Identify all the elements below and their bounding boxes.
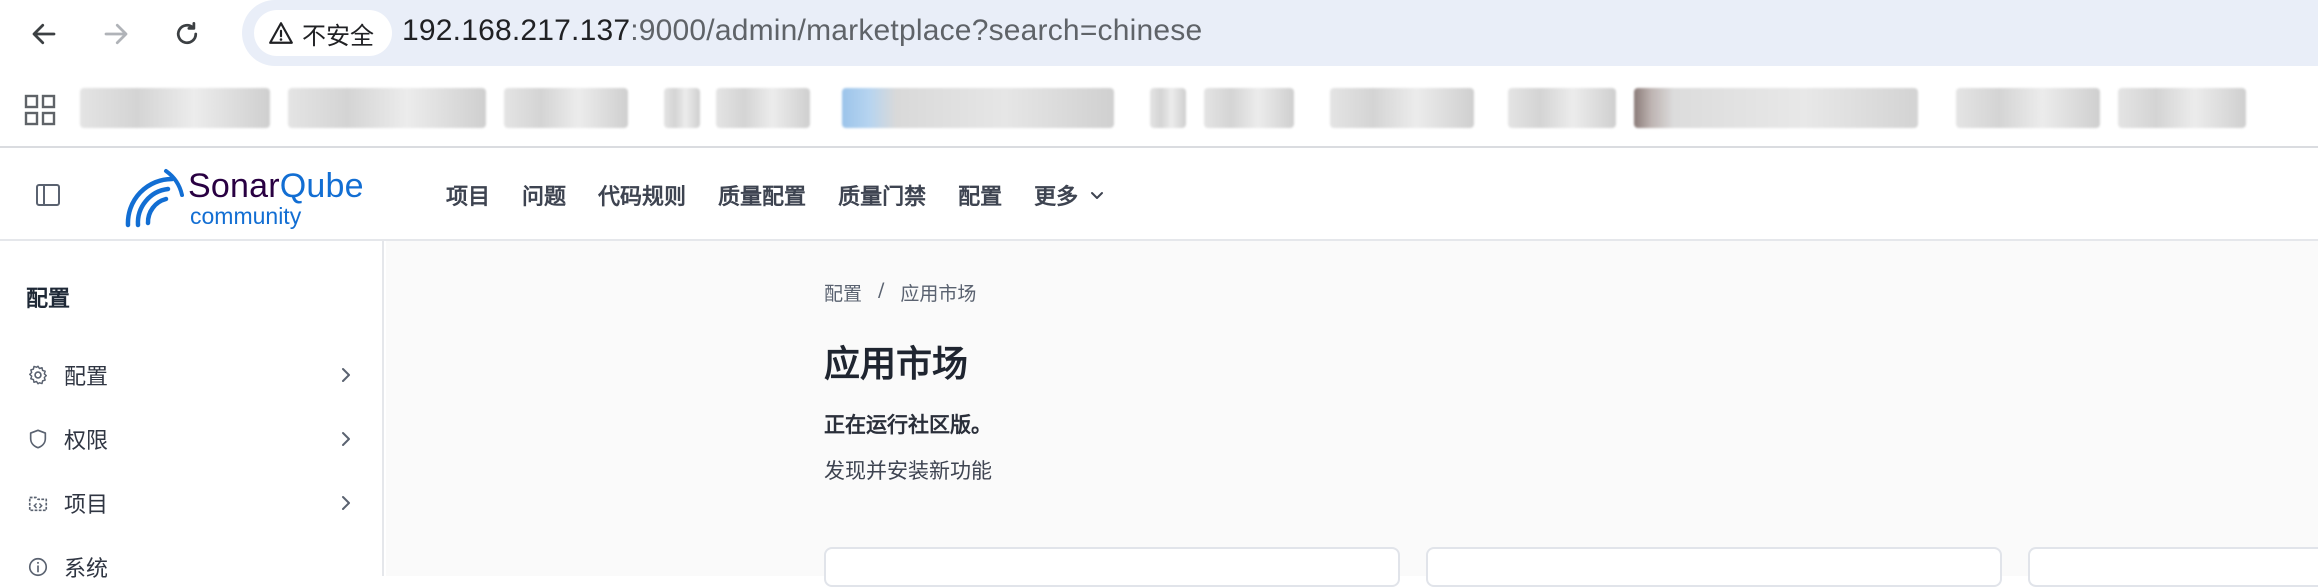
bookmark-item[interactable] bbox=[1330, 88, 1474, 128]
chevron-down-icon bbox=[1091, 192, 1104, 199]
main-content: 配置 / 应用市场 应用市场 正在运行社区版。 发现并安装新功能 bbox=[386, 241, 2318, 587]
sidebar-item-label: 权限 bbox=[64, 429, 109, 454]
nav-administration[interactable]: 配置 bbox=[958, 179, 1002, 211]
breadcrumb-separator: / bbox=[878, 279, 885, 301]
bookmark-item[interactable] bbox=[1508, 88, 1616, 128]
bookmark-item[interactable] bbox=[716, 88, 810, 128]
logo-wordmark: SonarQube bbox=[188, 167, 364, 206]
logo-qube: Qube bbox=[279, 167, 364, 205]
bookmark-item[interactable] bbox=[842, 88, 1114, 128]
sonarqube-waves-icon bbox=[125, 169, 184, 228]
gear-icon bbox=[26, 363, 50, 387]
nav-projects-label: 项目 bbox=[446, 185, 491, 210]
arrow-right-icon bbox=[104, 23, 128, 45]
back-button[interactable] bbox=[24, 14, 64, 54]
sidebar-item-label: 系统 bbox=[64, 557, 109, 582]
breadcrumb: 配置 / 应用市场 bbox=[824, 279, 976, 306]
chevron-right-icon bbox=[342, 496, 350, 510]
nav-rules-label: 代码规则 bbox=[598, 185, 687, 210]
nav-issues-label: 问题 bbox=[522, 185, 567, 210]
app-header: SonarQube community 项目 问题 代码规则 质量配置 质量门禁… bbox=[0, 149, 2318, 241]
sidebar-item-configuration[interactable]: 配置 bbox=[26, 355, 356, 395]
security-indicator[interactable]: 不安全 bbox=[254, 10, 392, 56]
url-text[interactable]: 192.168.217.137:9000/admin/marketplace?s… bbox=[402, 14, 1202, 48]
bookmark-item[interactable] bbox=[2118, 88, 2246, 128]
bookmark-item[interactable] bbox=[288, 88, 486, 128]
bookmark-item[interactable] bbox=[504, 88, 628, 128]
nav-issues[interactable]: 问题 bbox=[522, 179, 566, 211]
address-bar[interactable]: 不安全 192.168.217.137:9000/admin/marketpla… bbox=[242, 0, 2318, 66]
admin-sidebar: 配置 配置 权限 项目 系统 bbox=[0, 241, 384, 582]
forward-button[interactable] bbox=[96, 14, 136, 54]
bookmark-item[interactable] bbox=[80, 88, 270, 128]
chevron-right-icon bbox=[342, 432, 350, 446]
bookmark-item[interactable] bbox=[1956, 88, 2100, 128]
shield-icon bbox=[26, 427, 50, 451]
security-label: 不安全 bbox=[302, 21, 374, 50]
reload-icon bbox=[176, 22, 198, 45]
warning-icon bbox=[269, 22, 293, 44]
nav-quality-gates[interactable]: 质量门禁 bbox=[838, 179, 926, 211]
page-title: 应用市场 bbox=[824, 344, 969, 385]
nav-more[interactable]: 更多 bbox=[1034, 179, 1106, 211]
marketplace-card bbox=[824, 547, 1400, 587]
page-subtitle: 发现并安装新功能 bbox=[824, 459, 992, 483]
reload-button[interactable] bbox=[167, 14, 207, 54]
sidebar-item-label: 项目 bbox=[64, 493, 109, 518]
nav-quality-gates-label: 质量门禁 bbox=[838, 185, 927, 210]
apps-grid-icon[interactable] bbox=[24, 94, 56, 126]
edition-note: 正在运行社区版。 bbox=[824, 413, 992, 437]
nav-quality-profiles-label: 质量配置 bbox=[718, 185, 807, 210]
sidebar-item-security[interactable]: 权限 bbox=[26, 419, 356, 459]
info-icon bbox=[26, 555, 50, 579]
bookmark-item[interactable] bbox=[1150, 88, 1186, 128]
nav-quality-profiles[interactable]: 质量配置 bbox=[718, 179, 806, 211]
arrow-left-icon bbox=[32, 23, 56, 45]
breadcrumb-current: 应用市场 bbox=[900, 283, 977, 305]
browser-toolbar: 不安全 192.168.217.137:9000/admin/marketpla… bbox=[0, 0, 2318, 66]
nav-rules[interactable]: 代码规则 bbox=[598, 179, 686, 211]
sidebar-item-projects[interactable]: 项目 bbox=[26, 483, 356, 523]
bookmarks-bar bbox=[0, 66, 2318, 148]
nav-administration-label: 配置 bbox=[958, 185, 1003, 210]
url-path: :9000/admin/marketplace?search=chinese bbox=[630, 14, 1203, 47]
logo-edition: community bbox=[190, 203, 302, 229]
logo-sonar: Sonar bbox=[188, 167, 280, 205]
nav-projects[interactable]: 项目 bbox=[446, 179, 490, 211]
url-host: 192.168.217.137 bbox=[402, 14, 631, 47]
main-nav: 项目 问题 代码规则 质量配置 质量门禁 配置 更多 bbox=[446, 149, 1138, 241]
marketplace-card bbox=[1426, 547, 2002, 587]
bookmark-item[interactable] bbox=[1634, 88, 1918, 128]
sidebar-toggle-icon[interactable] bbox=[34, 181, 62, 209]
sidebar-item-system[interactable]: 系统 bbox=[26, 547, 356, 587]
marketplace-card bbox=[2028, 547, 2318, 587]
bookmark-item[interactable] bbox=[1204, 88, 1294, 128]
bookmark-item[interactable] bbox=[664, 88, 700, 128]
project-folder-icon bbox=[26, 491, 50, 515]
sonarqube-logo[interactable]: SonarQube community bbox=[120, 165, 380, 229]
chevron-right-icon bbox=[342, 368, 350, 382]
nav-more-label: 更多 bbox=[1034, 185, 1079, 210]
breadcrumb-link-administration[interactable]: 配置 bbox=[824, 279, 862, 306]
sidebar-title: 配置 bbox=[26, 287, 71, 312]
sidebar-item-label: 配置 bbox=[64, 365, 109, 390]
